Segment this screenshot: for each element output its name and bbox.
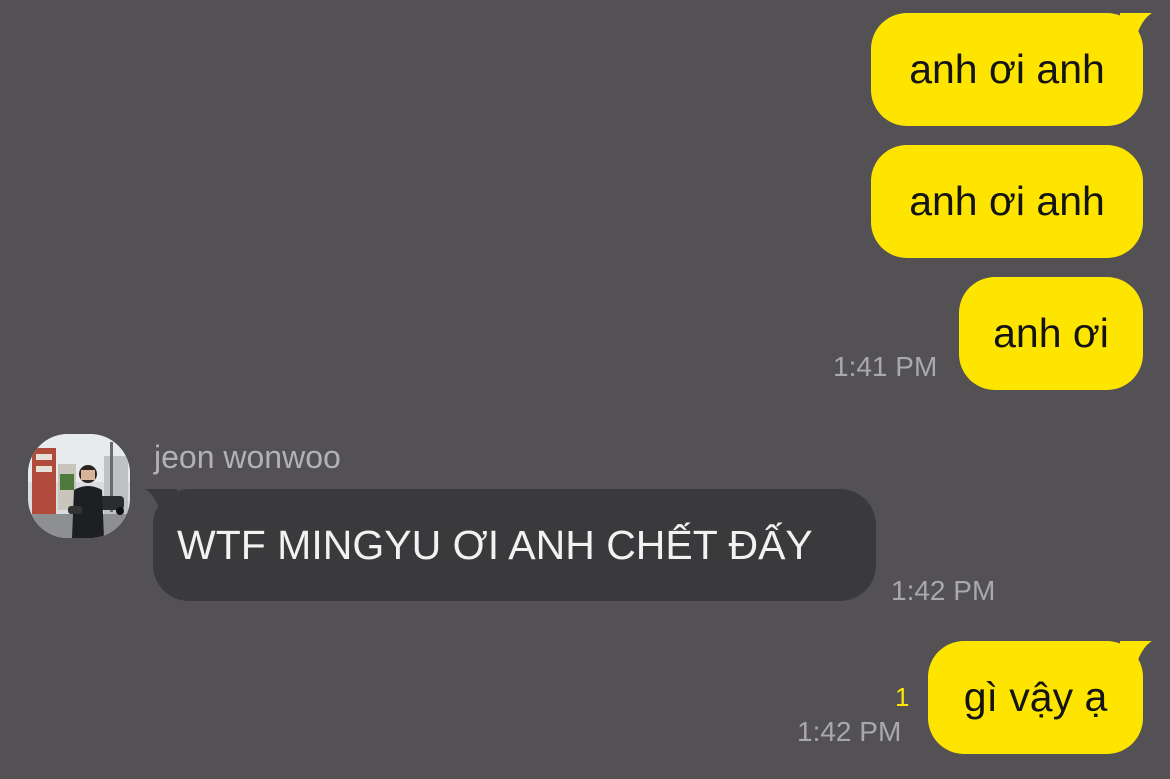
message-timestamp: 1:42 PM bbox=[797, 716, 902, 747]
message-timestamp: 1:41 PM bbox=[833, 351, 938, 382]
incoming-message-bubble[interactable]: WTF MINGYU ƠI ANH CHẾT ĐẤY bbox=[153, 489, 876, 601]
message-text: gì vậy ạ bbox=[963, 674, 1108, 720]
outgoing-message-bubble[interactable]: anh ơi anh bbox=[871, 145, 1143, 258]
sender-avatar[interactable] bbox=[28, 434, 130, 538]
message-text: anh ơi bbox=[993, 310, 1109, 356]
bubble-tail-icon bbox=[1120, 641, 1152, 665]
message-text: anh ơi anh bbox=[909, 46, 1105, 92]
message-timestamp: 1:42 PM bbox=[891, 575, 996, 606]
message-text: WTF MINGYU ƠI ANH CHẾT ĐẤY bbox=[177, 521, 813, 568]
unread-count: 1 bbox=[895, 682, 910, 712]
outgoing-message-bubble[interactable]: anh ơi bbox=[959, 277, 1143, 390]
outgoing-message-bubble[interactable]: gì vậy ạ bbox=[928, 641, 1143, 754]
sender-name: jeon wonwoo bbox=[154, 439, 341, 475]
profile-photo-avatar-icon bbox=[28, 434, 130, 538]
message-text: anh ơi anh bbox=[909, 178, 1105, 224]
bubble-tail-icon bbox=[1120, 13, 1152, 37]
outgoing-message-bubble[interactable]: anh ơi anh bbox=[871, 13, 1143, 126]
